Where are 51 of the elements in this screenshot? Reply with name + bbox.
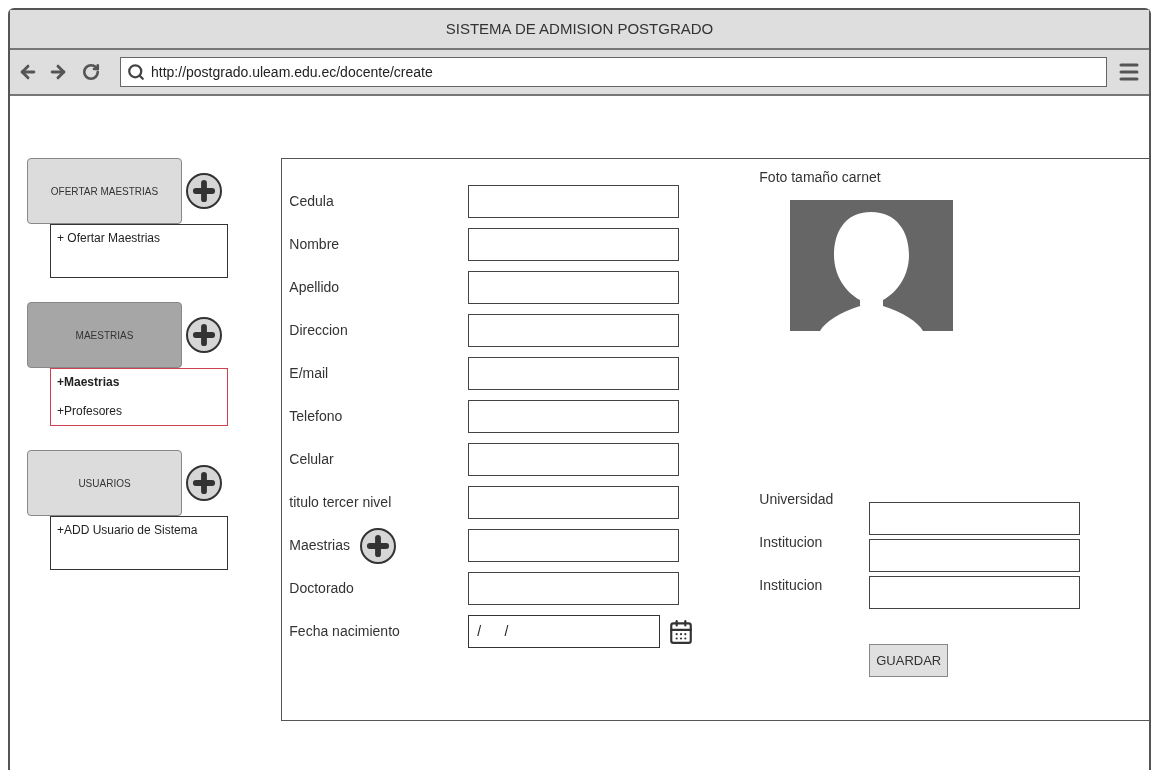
study-label: Universidad bbox=[759, 490, 834, 507]
field-label: Celular bbox=[289, 450, 334, 469]
field-label: Fecha nacimiento bbox=[289, 622, 400, 641]
input-field[interactable] bbox=[468, 572, 680, 605]
field-label: Apellido bbox=[289, 278, 340, 297]
date-field[interactable]: / / bbox=[468, 615, 661, 648]
input-field[interactable] bbox=[468, 443, 680, 476]
input-field[interactable] bbox=[468, 228, 680, 261]
window-title: SISTEMA DE ADMISION POSTGRADO bbox=[445, 18, 714, 39]
add-icon[interactable] bbox=[186, 173, 222, 209]
field-label: Direccion bbox=[289, 321, 348, 340]
refresh-icon[interactable] bbox=[82, 63, 100, 81]
add-icon[interactable] bbox=[186, 317, 222, 353]
study-label: Institucion bbox=[759, 576, 824, 593]
submenu-link[interactable]: +Profesores bbox=[57, 404, 221, 419]
person-silhouette-icon bbox=[790, 200, 954, 331]
field-label: titulo tercer nivel bbox=[289, 493, 392, 512]
save-button[interactable]: GUARDAR bbox=[869, 644, 949, 677]
input-field[interactable] bbox=[869, 502, 1081, 535]
back-icon[interactable] bbox=[18, 62, 38, 82]
calendar-icon[interactable] bbox=[668, 618, 695, 645]
menu-section-button[interactable]: USUARIOS bbox=[27, 450, 182, 516]
search-icon bbox=[127, 63, 145, 81]
input-field[interactable] bbox=[468, 314, 680, 347]
input-field[interactable] bbox=[468, 357, 680, 390]
photo-label: Foto tamaño carnet bbox=[759, 168, 882, 187]
url-text: http://postgrado.uleam.edu.ec/docente/create bbox=[151, 62, 433, 82]
field-label: Cedula bbox=[289, 192, 334, 211]
input-field[interactable] bbox=[468, 271, 680, 304]
add-icon[interactable] bbox=[186, 465, 222, 501]
date-value: / / bbox=[477, 622, 509, 641]
submenu-link[interactable]: +Maestrias bbox=[57, 375, 221, 390]
field-label: Doctorado bbox=[289, 579, 354, 598]
input-field[interactable] bbox=[869, 576, 1081, 609]
submenu-link[interactable]: + Ofertar Maestrias bbox=[57, 231, 221, 246]
input-field[interactable] bbox=[869, 539, 1081, 572]
menu-section-button[interactable]: MAESTRIAS bbox=[27, 302, 182, 368]
input-field[interactable] bbox=[468, 400, 680, 433]
submenu-link[interactable]: +ADD Usuario de Sistema bbox=[57, 523, 221, 538]
field-label: Telefono bbox=[289, 407, 343, 426]
input-field[interactable] bbox=[468, 185, 680, 218]
menu-section-button[interactable]: OFERTAR MAESTRIAS bbox=[27, 158, 182, 224]
input-field[interactable] bbox=[468, 486, 680, 519]
field-label: Nombre bbox=[289, 235, 340, 254]
add-icon[interactable] bbox=[360, 527, 396, 564]
input-field[interactable] bbox=[468, 529, 680, 562]
field-label: Maestrias bbox=[289, 536, 350, 555]
address-field[interactable]: http://postgrado.uleam.edu.ec/docente/create bbox=[120, 57, 1107, 87]
study-label: Institucion bbox=[759, 533, 824, 550]
field-label: E/mail bbox=[289, 364, 329, 383]
forward-icon[interactable] bbox=[48, 62, 68, 82]
